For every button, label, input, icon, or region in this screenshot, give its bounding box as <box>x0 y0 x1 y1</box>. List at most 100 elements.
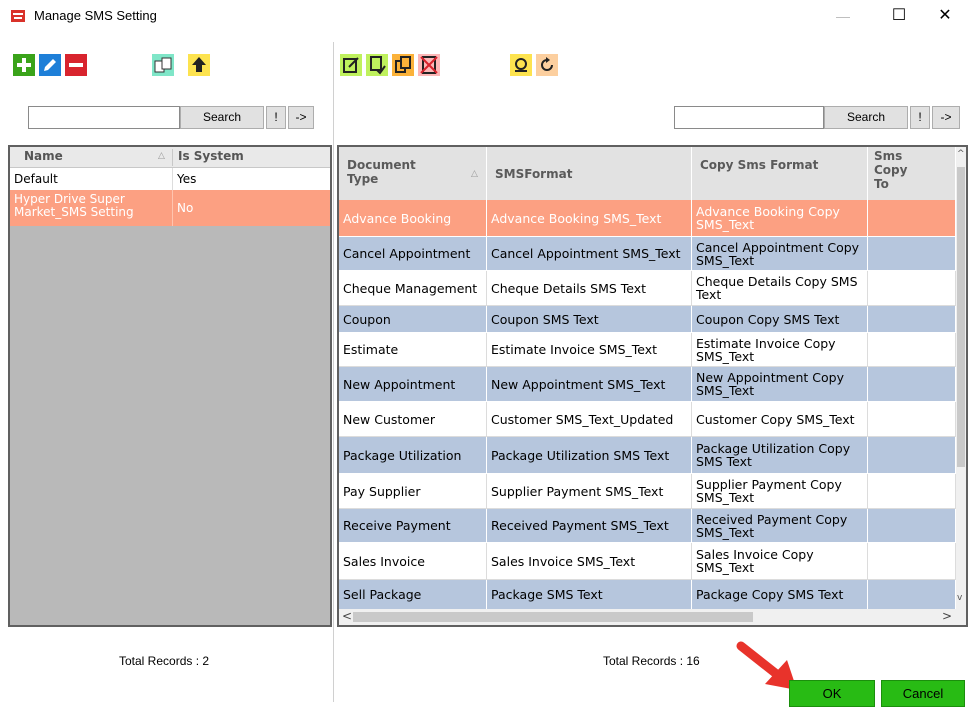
vertical-scrollbar[interactable]: ^ v <box>956 147 966 609</box>
table-row[interactable]: Sell Package Package SMS Text Package Copy… <box>339 580 956 610</box>
cell-sms-copy-to <box>868 474 956 509</box>
cell-name: Hyper Drive Super Market_SMS Setting <box>14 192 134 219</box>
table-row[interactable]: New Appointment New Appointment SMS_Text N… <box>339 367 956 402</box>
table-row[interactable]: Sales Invoice Sales Invoice SMS_Text Sales… <box>339 543 956 580</box>
cell-smsformat: Coupon SMS Text <box>487 306 692 333</box>
cell-copy-sms-format: New Appointment Copy SMS_Text <box>692 367 868 402</box>
cell-copy-sms-format: Supplier Payment Copy SMS_Text <box>692 474 868 509</box>
cell-sms-copy-to <box>868 333 956 367</box>
table-row[interactable]: Coupon Coupon SMS Text Coupon Copy SMS Tex… <box>339 306 956 333</box>
maximize-button[interactable]: ☐ <box>876 0 922 32</box>
scroll-left-icon[interactable]: < <box>342 609 352 623</box>
cell-copy-sms-format: Package Copy SMS Text <box>692 580 868 610</box>
right-exclaim-button[interactable]: ! <box>910 106 930 129</box>
window-title: Manage SMS Setting <box>34 8 157 23</box>
cell-sms-copy-to <box>868 402 956 437</box>
column-header-copy-sms-format[interactable]: Copy Sms Format <box>692 147 868 200</box>
cell-sms-copy-to <box>868 237 956 271</box>
cell-document-type: Cancel Appointment <box>339 237 487 271</box>
add-doc-icon[interactable] <box>366 54 388 76</box>
shopping-cart-icon <box>10 8 26 24</box>
cell-sms-copy-to <box>868 271 956 306</box>
cell-sms-copy-to <box>868 580 956 610</box>
delete-icon[interactable] <box>65 54 87 76</box>
cell-copy-sms-format: Cancel Appointment Copy SMS_Text <box>692 237 868 271</box>
cell-document-type: Receive Payment <box>339 509 487 543</box>
cell-document-type: Cheque Management <box>339 271 487 306</box>
edit-icon[interactable] <box>39 54 61 76</box>
right-total-records: Total Records : 16 <box>603 654 700 668</box>
document-sms-grid[interactable]: Document Type △ SMSFormat Copy Sms Forma… <box>337 145 968 627</box>
cell-document-type: Sales Invoice <box>339 543 487 580</box>
cell-smsformat: Customer SMS_Text_Updated <box>487 402 692 437</box>
vertical-scroll-thumb[interactable] <box>957 167 965 467</box>
cell-copy-sms-format: Package Utilization Copy SMS Text <box>692 437 868 474</box>
right-search-input[interactable] <box>674 106 824 129</box>
cell-smsformat: Estimate Invoice SMS_Text <box>487 333 692 367</box>
settings-grid[interactable]: Name △ Is System Default Yes Hyper Drive… <box>8 145 332 627</box>
table-row[interactable]: Pay Supplier Supplier Payment SMS_Text Sup… <box>339 474 956 509</box>
cell-copy-sms-format: Estimate Invoice Copy SMS_Text <box>692 333 868 367</box>
cell-document-type: Advance Booking <box>339 200 487 237</box>
table-row[interactable]: Package Utilization Package Utilization S… <box>339 437 956 474</box>
column-header-document-type[interactable]: Document Type △ <box>339 147 487 200</box>
cell-copy-sms-format: Received Payment Copy SMS_Text <box>692 509 868 543</box>
ok-button[interactable]: OK <box>789 680 875 707</box>
cancel-button[interactable]: Cancel <box>881 680 965 707</box>
upload-icon[interactable] <box>188 54 210 76</box>
table-row[interactable]: Receive Payment Received Payment SMS_Text… <box>339 509 956 543</box>
delete-doc-icon[interactable] <box>418 54 440 76</box>
cell-smsformat: Supplier Payment SMS_Text <box>487 474 692 509</box>
column-header-sms-copy-to[interactable]: Sms Copy To <box>868 147 956 200</box>
table-row[interactable]: Default Yes <box>10 168 330 190</box>
horizontal-scroll-thumb[interactable] <box>353 612 753 622</box>
cell-sms-copy-to <box>868 367 956 402</box>
table-row-selected[interactable]: Advance Booking Advance Booking SMS_Text A… <box>339 200 956 237</box>
close-button[interactable]: ✕ <box>922 0 968 32</box>
add-icon[interactable] <box>13 54 35 76</box>
cell-smsformat: Sales Invoice SMS_Text <box>487 543 692 580</box>
sort-icon: △ <box>471 169 478 179</box>
right-arrow-button[interactable]: -> <box>932 106 960 129</box>
horizontal-scrollbar[interactable]: < > <box>339 609 966 625</box>
left-arrow-button[interactable]: -> <box>288 106 314 129</box>
copy-doc-icon[interactable] <box>392 54 414 76</box>
table-row-selected[interactable]: Hyper Drive Super Market_SMS Setting No <box>10 190 330 226</box>
scroll-right-icon[interactable]: > <box>942 609 952 623</box>
cell-sms-copy-to <box>868 306 956 333</box>
minimize-button[interactable]: — <box>820 0 866 32</box>
cell-copy-sms-format: Coupon Copy SMS Text <box>692 306 868 333</box>
edit-doc-icon[interactable] <box>340 54 362 76</box>
column-divider <box>172 149 173 166</box>
cell-document-type: Package Utilization <box>339 437 487 474</box>
left-exclaim-button[interactable]: ! <box>266 106 286 129</box>
panel-divider[interactable] <box>333 42 334 702</box>
table-row[interactable]: Cancel Appointment Cancel Appointment SMS… <box>339 237 956 271</box>
column-header-smsformat[interactable]: SMSFormat <box>487 147 692 200</box>
cell-copy-sms-format: Advance Booking Copy SMS_Text <box>692 200 868 237</box>
cell-document-type: Pay Supplier <box>339 474 487 509</box>
cell-document-type: Coupon <box>339 306 487 333</box>
left-total-records: Total Records : 2 <box>119 654 210 668</box>
cell-smsformat: Received Payment SMS_Text <box>487 509 692 543</box>
table-row[interactable]: New Customer Customer SMS_Text_Updated Cus… <box>339 402 956 437</box>
title-bar: Manage SMS Setting — ☐ ✕ <box>0 0 968 32</box>
scroll-up-icon[interactable]: ^ <box>957 149 965 159</box>
cell-smsformat: Package Utilization SMS Text <box>487 437 692 474</box>
cell-smsformat: Package SMS Text <box>487 580 692 610</box>
cell-name: Default <box>14 172 58 186</box>
table-row[interactable]: Estimate Estimate Invoice SMS_Text Estimat… <box>339 333 956 367</box>
column-header-name[interactable]: Name <box>24 149 63 163</box>
refresh-icon[interactable] <box>510 54 532 76</box>
copy-settings-icon[interactable] <box>152 54 174 76</box>
column-header-is-system[interactable]: Is System <box>178 149 244 163</box>
table-row[interactable]: Cheque Management Cheque Details SMS Text… <box>339 271 956 306</box>
right-search-button[interactable]: Search <box>824 106 908 129</box>
rotate-icon[interactable] <box>536 54 558 76</box>
cell-sms-copy-to <box>868 543 956 580</box>
left-search-input[interactable] <box>28 106 180 129</box>
left-search-button[interactable]: Search <box>180 106 264 129</box>
cell-copy-sms-format: Sales Invoice Copy SMS_Text <box>692 543 868 580</box>
sort-icon: △ <box>158 151 165 161</box>
scroll-down-icon[interactable]: v <box>957 593 962 603</box>
